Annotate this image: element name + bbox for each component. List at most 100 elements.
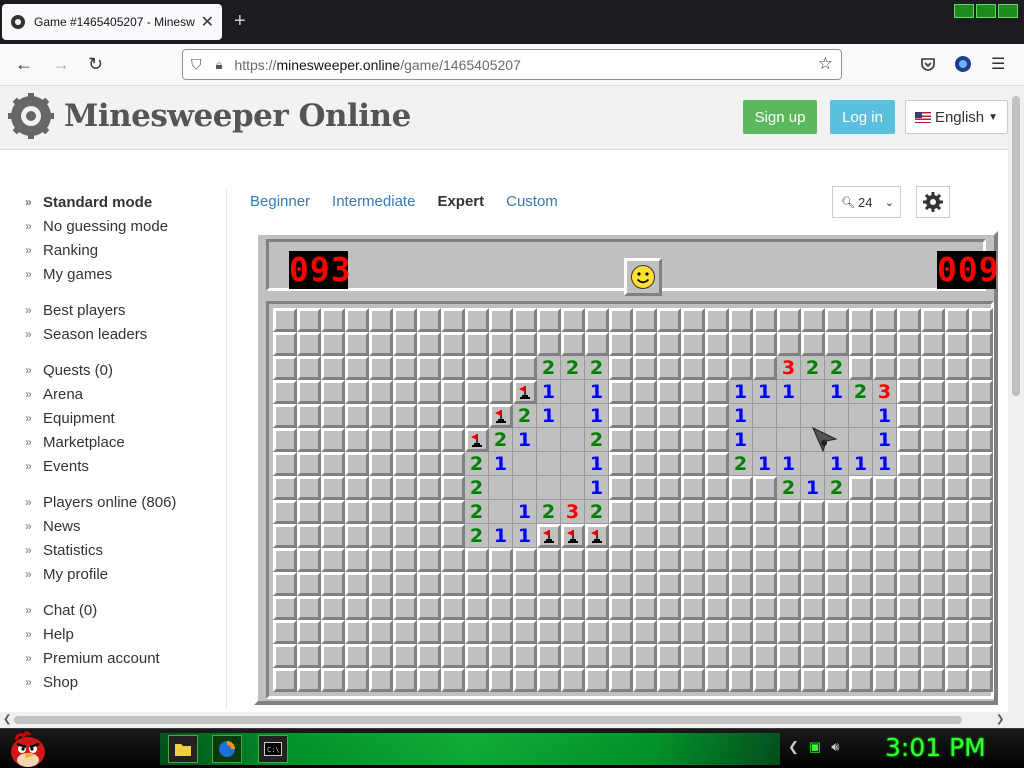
open-cell[interactable]: 1 xyxy=(489,452,513,476)
closed-cell[interactable] xyxy=(873,620,897,644)
closed-cell[interactable] xyxy=(657,668,681,692)
closed-cell[interactable] xyxy=(681,620,705,644)
closed-cell[interactable] xyxy=(921,308,945,332)
closed-cell[interactable] xyxy=(657,380,681,404)
closed-cell[interactable] xyxy=(897,500,921,524)
closed-cell[interactable] xyxy=(945,308,969,332)
closed-cell[interactable] xyxy=(513,668,537,692)
closed-cell[interactable] xyxy=(681,428,705,452)
closed-cell[interactable] xyxy=(345,572,369,596)
closed-cell[interactable] xyxy=(969,668,993,692)
closed-cell[interactable] xyxy=(657,548,681,572)
closed-cell[interactable] xyxy=(489,332,513,356)
sidebar-item[interactable]: » Standard mode xyxy=(0,190,226,214)
closed-cell[interactable] xyxy=(705,596,729,620)
closed-cell[interactable] xyxy=(657,572,681,596)
closed-cell[interactable] xyxy=(345,356,369,380)
closed-cell[interactable] xyxy=(609,500,633,524)
closed-cell[interactable] xyxy=(273,644,297,668)
language-dropdown[interactable]: English ▼ xyxy=(905,100,1008,134)
closed-cell[interactable] xyxy=(849,668,873,692)
closed-cell[interactable] xyxy=(393,524,417,548)
closed-cell[interactable] xyxy=(921,644,945,668)
closed-cell[interactable] xyxy=(705,332,729,356)
sidebar-item[interactable]: » Events xyxy=(0,454,226,478)
closed-cell[interactable] xyxy=(273,404,297,428)
closed-cell[interactable] xyxy=(441,500,465,524)
closed-cell[interactable] xyxy=(969,644,993,668)
closed-cell[interactable] xyxy=(537,308,561,332)
close-window-button[interactable] xyxy=(998,4,1018,18)
closed-cell[interactable] xyxy=(513,308,537,332)
closed-cell[interactable] xyxy=(513,572,537,596)
closed-cell[interactable] xyxy=(633,404,657,428)
closed-cell[interactable] xyxy=(777,524,801,548)
closed-cell[interactable] xyxy=(801,548,825,572)
closed-cell[interactable] xyxy=(297,620,321,644)
sidebar-item[interactable]: » Marketplace xyxy=(0,430,226,454)
closed-cell[interactable] xyxy=(657,620,681,644)
closed-cell[interactable] xyxy=(681,332,705,356)
closed-cell[interactable] xyxy=(729,332,753,356)
closed-cell[interactable] xyxy=(297,668,321,692)
closed-cell[interactable] xyxy=(441,524,465,548)
closed-cell[interactable] xyxy=(609,596,633,620)
closed-cell[interactable] xyxy=(849,476,873,500)
closed-cell[interactable] xyxy=(729,668,753,692)
closed-cell[interactable] xyxy=(393,404,417,428)
sidebar-item[interactable]: » Ranking xyxy=(0,238,226,262)
closed-cell[interactable] xyxy=(849,524,873,548)
closed-cell[interactable] xyxy=(681,356,705,380)
closed-cell[interactable] xyxy=(945,332,969,356)
closed-cell[interactable] xyxy=(657,428,681,452)
sidebar-item[interactable]: » Shop xyxy=(0,670,226,694)
closed-cell[interactable] xyxy=(321,668,345,692)
closed-cell[interactable] xyxy=(297,380,321,404)
closed-cell[interactable] xyxy=(609,548,633,572)
closed-cell[interactable] xyxy=(801,620,825,644)
closed-cell[interactable] xyxy=(873,548,897,572)
closed-cell[interactable] xyxy=(921,332,945,356)
open-cell[interactable]: 1 xyxy=(513,428,537,452)
scrollbar-thumb[interactable] xyxy=(1012,96,1020,396)
closed-cell[interactable] xyxy=(897,356,921,380)
closed-cell[interactable] xyxy=(369,428,393,452)
closed-cell[interactable] xyxy=(561,668,585,692)
closed-cell[interactable] xyxy=(873,572,897,596)
open-cell[interactable]: 1 xyxy=(873,404,897,428)
closed-cell[interactable] xyxy=(897,452,921,476)
closed-cell[interactable] xyxy=(273,500,297,524)
closed-cell[interactable] xyxy=(897,668,921,692)
sidebar-item[interactable]: » Statistics xyxy=(0,538,226,562)
closed-cell[interactable] xyxy=(609,356,633,380)
closed-cell[interactable] xyxy=(609,524,633,548)
closed-cell[interactable] xyxy=(681,308,705,332)
open-cell[interactable] xyxy=(561,380,585,404)
flagged-cell[interactable] xyxy=(489,404,513,428)
open-cell[interactable]: 2 xyxy=(585,500,609,524)
closed-cell[interactable] xyxy=(441,356,465,380)
closed-cell[interactable] xyxy=(465,620,489,644)
closed-cell[interactable] xyxy=(273,476,297,500)
closed-cell[interactable] xyxy=(585,596,609,620)
address-bar[interactable]: ⛉ 🔒︎ https://minesweeper.online/game/146… xyxy=(182,49,842,80)
closed-cell[interactable] xyxy=(609,404,633,428)
closed-cell[interactable] xyxy=(753,524,777,548)
closed-cell[interactable] xyxy=(801,572,825,596)
volume-icon[interactable]: 🔊︎ xyxy=(831,739,839,755)
closed-cell[interactable] xyxy=(873,308,897,332)
closed-cell[interactable] xyxy=(681,524,705,548)
closed-cell[interactable] xyxy=(369,308,393,332)
closed-cell[interactable] xyxy=(321,380,345,404)
open-cell[interactable] xyxy=(801,404,825,428)
closed-cell[interactable] xyxy=(393,356,417,380)
closed-cell[interactable] xyxy=(273,452,297,476)
open-cell[interactable]: 2 xyxy=(801,356,825,380)
closed-cell[interactable] xyxy=(921,404,945,428)
closed-cell[interactable] xyxy=(441,428,465,452)
login-button[interactable]: Log in xyxy=(830,100,895,134)
open-cell[interactable] xyxy=(753,428,777,452)
closed-cell[interactable] xyxy=(537,620,561,644)
closed-cell[interactable] xyxy=(561,572,585,596)
closed-cell[interactable] xyxy=(849,644,873,668)
